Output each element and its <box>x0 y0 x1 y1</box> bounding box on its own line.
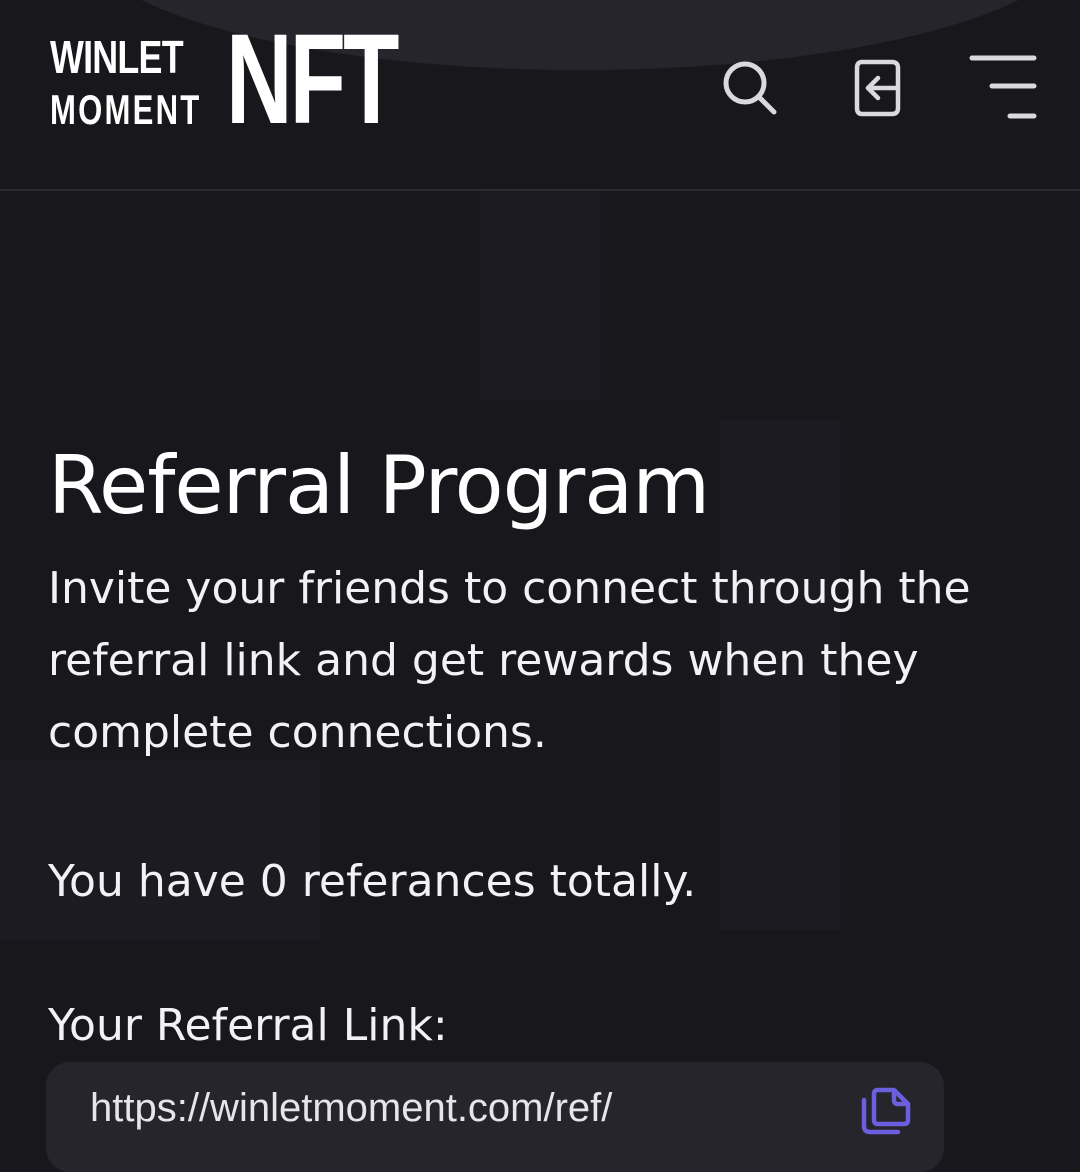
menu-button[interactable] <box>962 48 1042 128</box>
logo-text-nft: NFT <box>226 8 399 151</box>
logo-text-winlet: WINLET <box>50 31 184 83</box>
login-icon <box>854 59 901 117</box>
referral-link-field[interactable] <box>90 1076 830 1140</box>
site-header: WINLET MOMENT NFT <box>0 0 1080 191</box>
page-title: Referral Program <box>48 439 710 532</box>
referral-count-text: You have 0 referances totally. <box>48 856 697 907</box>
background-shape <box>480 190 600 400</box>
menu-icon <box>969 55 1037 119</box>
search-icon <box>723 61 777 115</box>
referral-link-box <box>46 1062 944 1172</box>
copy-link-button[interactable] <box>858 1086 914 1136</box>
site-logo[interactable]: WINLET MOMENT NFT <box>48 16 408 144</box>
login-button[interactable] <box>838 48 918 128</box>
copy-icon <box>861 1087 911 1135</box>
search-button[interactable] <box>710 48 790 128</box>
logo-text-moment: MOMENT <box>50 86 202 133</box>
referral-link-label: Your Referral Link: <box>48 1000 448 1051</box>
page-description: Invite your friends to connect through t… <box>48 563 971 758</box>
